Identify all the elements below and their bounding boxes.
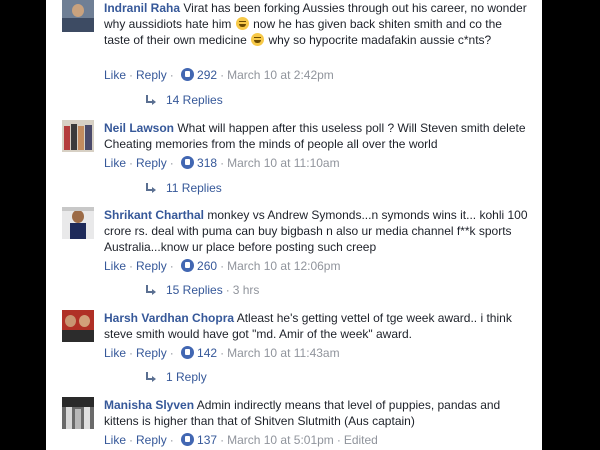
thumbs-up-icon[interactable] [180,433,194,446]
reply-arrow-icon [146,95,156,105]
like-button[interactable]: Like [104,68,126,82]
comment-author[interactable]: Shrikant Charthal [104,208,204,222]
like-button[interactable]: Like [104,259,126,273]
comment-body: Indranil Raha Virat has been forking Aus… [104,0,529,48]
thumbs-up-icon[interactable] [180,156,194,169]
avatar[interactable] [62,0,94,32]
comment-actions: Like · Reply · 137 · March 10 at 5:01pm · Edite… [104,433,378,447]
like-button[interactable]: Like [104,346,126,360]
timestamp[interactable]: March 10 at 5:01pm [227,433,334,447]
comment-actions: Like · Reply · 260 · March 10 at 12:06pm [104,259,341,273]
view-replies-link[interactable]: 15 Replies · 3 hrs [146,282,259,298]
reply-button[interactable]: Reply [136,259,167,273]
avatar[interactable] [62,207,94,239]
thumbs-up-icon[interactable] [180,346,194,359]
comment-body: Shrikant Charthal monkey vs Andrew Symon… [104,207,529,255]
comment-author[interactable]: Harsh Vardhan Chopra [104,311,234,325]
reply-button[interactable]: Reply [136,346,167,360]
thumbs-up-icon[interactable] [180,68,194,81]
like-button[interactable]: Like [104,433,126,447]
thumbs-up-icon[interactable] [180,259,194,272]
view-replies-link[interactable]: 1 Reply [146,369,207,385]
replies-time: 3 hrs [232,283,260,297]
reply-button[interactable]: Reply [136,433,167,447]
avatar[interactable] [62,397,94,429]
timestamp[interactable]: March 10 at 11:10am [227,156,340,170]
timestamp[interactable]: March 10 at 12:06pm [227,259,340,273]
reply-button[interactable]: Reply [136,156,167,170]
comment-author[interactable]: Indranil Raha [104,1,180,15]
reaction-count[interactable]: 142 [197,346,217,360]
reaction-count[interactable]: 292 [197,68,217,82]
comment-body: Harsh Vardhan Chopra Atleast he's gettin… [104,310,529,342]
replies-count[interactable]: 1 Reply [166,370,207,384]
comment-text: why so hypocrite madafakin aussie c*nts? [268,33,492,47]
laughing-face-icon [235,17,249,30]
reply-arrow-icon [146,285,156,295]
reply-arrow-icon [146,183,156,193]
reaction-count[interactable]: 318 [197,156,217,170]
reaction-count[interactable]: 137 [197,433,217,447]
comment-body: Manisha Slyven Admin indirectly means th… [104,397,529,429]
reply-button[interactable]: Reply [136,68,167,82]
comment-actions: Like · Reply · 318 · March 10 at 11:10am [104,156,340,170]
comment-actions: Like · Reply · 142 · March 10 at 11:43am [104,346,340,360]
comment-body: Neil Lawson What will happen after this … [104,120,529,152]
edited-label[interactable]: Edited [344,433,378,447]
timestamp[interactable]: March 10 at 2:42pm [227,68,334,82]
view-replies-link[interactable]: 14 Replies [146,92,223,108]
view-replies-link[interactable]: 11 Replies [146,180,222,196]
comment-author[interactable]: Neil Lawson [104,121,174,135]
reaction-count[interactable]: 260 [197,259,217,273]
comment-actions: Like · Reply · 292 · March 10 at 2:42pm [104,68,334,82]
comments-panel: Indranil Raha Virat has been forking Aus… [46,0,542,450]
laughing-face-icon [251,33,265,46]
like-button[interactable]: Like [104,156,126,170]
avatar[interactable] [62,310,94,342]
comment-author[interactable]: Manisha Slyven [104,398,194,412]
replies-count[interactable]: 15 Replies [166,283,223,297]
replies-count[interactable]: 11 Replies [166,181,222,195]
replies-count[interactable]: 14 Replies [166,93,223,107]
avatar[interactable] [62,120,94,152]
reply-arrow-icon [146,372,156,382]
timestamp[interactable]: March 10 at 11:43am [227,346,340,360]
